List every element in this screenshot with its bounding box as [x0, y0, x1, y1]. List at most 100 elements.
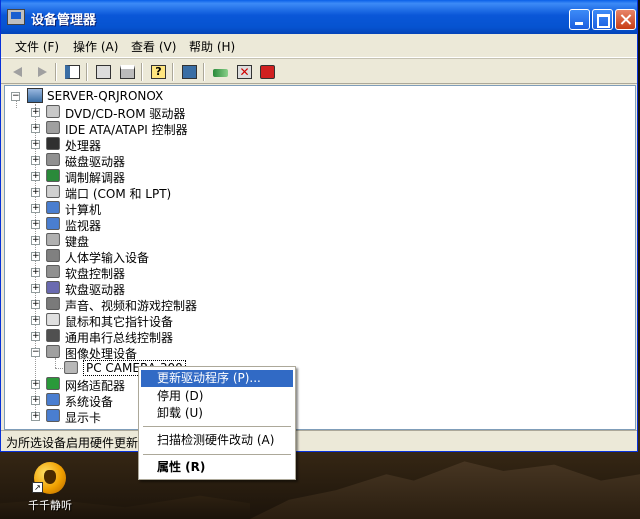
tree-item-label: 调制解调器	[65, 171, 126, 185]
show-hide-console-tree-icon[interactable]	[62, 63, 82, 81]
cdrom-icon	[46, 105, 60, 118]
tree-guide	[16, 100, 17, 108]
tree-item-label: 软盘控制器	[65, 267, 126, 281]
expand-toggle[interactable]: +	[31, 108, 40, 117]
processor-icon	[46, 137, 60, 150]
ctx-separator	[143, 454, 291, 455]
tree-item-label: 键盘	[65, 235, 90, 249]
expand-toggle[interactable]: +	[31, 316, 40, 325]
status-bar: 为所选设备启用硬件更新	[1, 430, 637, 451]
tree-item-label: 软盘驱动器	[65, 283, 126, 297]
print-icon[interactable]	[117, 63, 137, 81]
back-arrow-icon[interactable]	[9, 63, 29, 81]
tree-item-label: 通用串行总线控制器	[65, 331, 174, 345]
tree-item-label: 磁盘驱动器	[65, 155, 126, 169]
expand-toggle[interactable]: +	[31, 172, 40, 181]
ide-controller-icon	[46, 121, 60, 134]
tree-item-label: 人体学输入设备	[65, 251, 150, 265]
desktop-mountain-silhouette	[250, 461, 640, 519]
update-driver-icon[interactable]	[210, 63, 230, 81]
menu-bar: 文件 (F) 操作 (A) 查看 (V) 帮助 (H)	[1, 34, 637, 58]
expand-toggle[interactable]: +	[31, 140, 40, 149]
menu-file[interactable]: 文件 (F)	[15, 38, 59, 55]
monitor-icon	[46, 217, 60, 230]
maximize-button[interactable]	[592, 9, 613, 30]
ctx-separator	[143, 426, 291, 427]
context-menu: 更新驱动程序 (P)... 停用 (D) 卸载 (U) 扫描检测硬件改动 (A)…	[138, 366, 296, 480]
device-manager-window: 设备管理器 文件 (F) 操作 (A) 查看 (V) 帮助 (H) ? ✕ − …	[0, 0, 638, 452]
tree-item-label: 声音、视频和游戏控制器	[65, 299, 198, 313]
toolbar: ? ✕	[1, 58, 637, 84]
mouse-icon	[46, 313, 60, 326]
uninstall-device-icon[interactable]	[257, 63, 277, 81]
toolbar-separator	[86, 63, 88, 81]
menu-view[interactable]: 查看 (V)	[131, 38, 176, 55]
toolbar-separator	[172, 63, 174, 81]
expand-toggle[interactable]: +	[31, 124, 40, 133]
ctx-scan-hardware[interactable]: 扫描检测硬件改动 (A)	[141, 432, 293, 449]
scan-hardware-icon[interactable]	[179, 63, 199, 81]
menu-help[interactable]: 帮助 (H)	[189, 38, 235, 55]
imaging-device-icon	[46, 345, 60, 358]
ctx-properties[interactable]: 属性 (R)	[141, 459, 293, 476]
tree-item-label: 计算机	[65, 203, 102, 217]
ctx-disable[interactable]: 停用 (D)	[141, 388, 293, 405]
expand-toggle[interactable]: +	[31, 156, 40, 165]
floppy-controller-icon	[46, 265, 60, 278]
expand-toggle[interactable]: +	[31, 412, 40, 421]
tree-item-label: DVD/CD-ROM 驱动器	[65, 107, 186, 121]
device-manager-icon	[7, 9, 25, 25]
keyboard-icon	[46, 233, 60, 246]
tree-item-label: IDE ATA/ATAPI 控制器	[65, 123, 188, 137]
tree-item-label: 处理器	[65, 139, 102, 153]
expand-toggle[interactable]: +	[31, 236, 40, 245]
port-icon	[46, 185, 60, 198]
system-device-icon	[46, 393, 60, 406]
toolbar-separator	[141, 63, 143, 81]
expand-toggle[interactable]: +	[31, 204, 40, 213]
menu-action[interactable]: 操作 (A)	[73, 38, 118, 55]
properties-icon[interactable]	[93, 63, 113, 81]
device-tree-pane: − SERVER-QRJRONOX + DVD/CD-ROM 驱动器 + IDE AT…	[4, 85, 636, 430]
usb-icon	[46, 329, 60, 342]
forward-arrow-icon[interactable]	[31, 63, 51, 81]
expand-toggle[interactable]: +	[31, 252, 40, 261]
desktop-icon-ttplayer[interactable]: ↗ 千千静听	[20, 460, 80, 518]
window-title: 设备管理器	[31, 13, 97, 28]
tree-root-label: SERVER-QRJRONOX	[47, 89, 164, 103]
ctx-uninstall[interactable]: 卸载 (U)	[141, 405, 293, 422]
expand-toggle[interactable]: +	[31, 188, 40, 197]
expand-toggle[interactable]: +	[31, 300, 40, 309]
modem-icon	[46, 169, 60, 182]
expand-toggle[interactable]: +	[31, 220, 40, 229]
expand-toggle[interactable]: +	[31, 332, 40, 341]
computer-icon	[27, 88, 43, 103]
expand-toggle[interactable]: +	[31, 380, 40, 389]
expand-toggle[interactable]: +	[31, 284, 40, 293]
disk-drive-icon	[46, 153, 60, 166]
disable-device-icon[interactable]: ✕	[234, 63, 254, 81]
hid-icon	[46, 249, 60, 262]
help-icon[interactable]: ?	[148, 63, 168, 81]
close-button[interactable]	[615, 9, 636, 30]
expand-toggle[interactable]: +	[31, 396, 40, 405]
desktop-icon-label: 千千静听	[28, 499, 72, 512]
collapse-toggle[interactable]: −	[31, 348, 40, 357]
tree-item-label: 显示卡	[65, 411, 102, 425]
shortcut-arrow-icon: ↗	[32, 482, 43, 493]
computer-icon	[46, 201, 60, 214]
title-bar[interactable]: 设备管理器	[1, 0, 637, 34]
sound-icon	[46, 297, 60, 310]
display-adapter-icon	[46, 409, 60, 422]
toolbar-separator	[55, 63, 57, 81]
ctx-update-driver[interactable]: 更新驱动程序 (P)...	[141, 370, 293, 387]
tree-item-label: 鼠标和其它指针设备	[65, 315, 174, 329]
status-text: 为所选设备启用硬件更新	[6, 436, 139, 450]
tree-item-label: 系统设备	[65, 395, 114, 409]
tree-guide	[55, 358, 56, 368]
tree-item-label: 端口 (COM 和 LPT)	[65, 187, 172, 201]
minimize-button[interactable]	[569, 9, 590, 30]
floppy-drive-icon	[46, 281, 60, 294]
tree-item-label: 监视器	[65, 219, 102, 233]
expand-toggle[interactable]: +	[31, 268, 40, 277]
